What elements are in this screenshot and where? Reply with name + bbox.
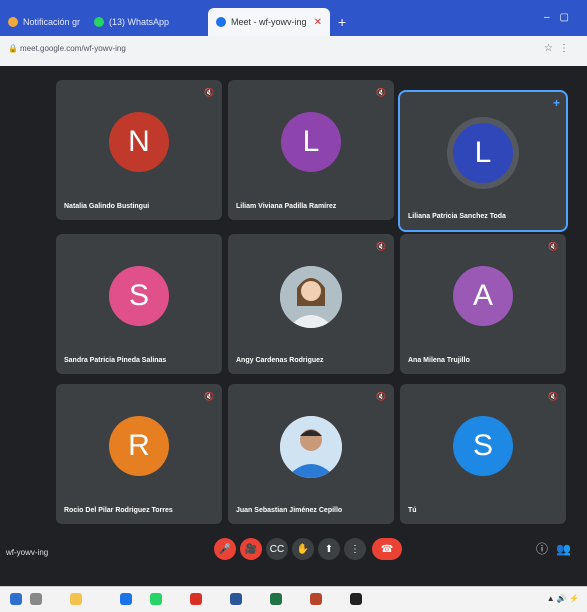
whatsapp-icon: [94, 17, 104, 27]
excel-icon[interactable]: [270, 593, 282, 605]
meeting-code: wf-yowv-ing: [6, 548, 49, 557]
pin-icon[interactable]: +: [553, 96, 560, 110]
address-bar: 🔒 meet.google.com/wf-yowv-ing ☆⋮: [0, 36, 587, 66]
screen: Notificación grupo - Ledge (13) WhatsApp…: [0, 0, 587, 612]
participant-name: Rocio Del Pilar Rodriguez Torres: [64, 507, 173, 514]
avatar: R: [109, 415, 169, 476]
participant-tile[interactable]: 🔇 N Natalia Galindo Bustingui: [56, 80, 222, 220]
tab-label: (13) WhatsApp: [109, 17, 170, 27]
participant-name: Sandra Patricia Pineda Salinas: [64, 357, 167, 364]
meet-grid: 🔇 N Natalia Galindo Bustingui 🔇 L Liliam…: [0, 66, 587, 586]
meet-icon: [216, 17, 226, 27]
tab-label: Meet - wf-yowv-ing: [231, 17, 307, 27]
participant-name: Liliam Viviana Padilla Ramírez: [236, 203, 337, 210]
browser-extensions[interactable]: ☆⋮: [544, 43, 575, 54]
tab-meet[interactable]: Meet - wf-yowv-ing ✕: [208, 8, 330, 36]
mic-off-icon: 🔇: [376, 88, 386, 97]
mic-off-icon: 🔇: [376, 392, 386, 401]
side-panel-icons[interactable]: ⓘ👥: [536, 540, 579, 557]
more-options-button[interactable]: ⋮: [344, 538, 366, 560]
whatsapp-icon[interactable]: [150, 593, 162, 605]
participant-tile[interactable]: S Sandra Patricia Pineda Salinas: [56, 234, 222, 374]
avatar: S: [453, 415, 513, 476]
word-icon[interactable]: [230, 593, 242, 605]
avatar: N: [109, 111, 169, 172]
new-tab-button[interactable]: +: [338, 14, 346, 30]
participant-name: Natalia Galindo Bustingui: [64, 203, 150, 210]
lock-icon: 🔒: [8, 44, 18, 53]
participant-tile[interactable]: 🔇 Angy Cardenas Rodriguez: [228, 234, 394, 374]
start-icon[interactable]: [10, 593, 22, 605]
participant-name: Juan Sebastian Jiménez Cepillo: [236, 507, 343, 514]
system-tray[interactable]: ▲ 🔊 ⚡: [547, 594, 579, 603]
avatar: A: [453, 265, 513, 326]
participant-name: Tú: [408, 507, 417, 514]
mic-off-icon: 🔇: [376, 242, 386, 251]
tab-favicon-icon: [8, 17, 18, 27]
raise-hand-button[interactable]: ✋: [292, 538, 314, 560]
participant-name: Angy Cardenas Rodriguez: [236, 357, 324, 364]
folder-icon[interactable]: [70, 593, 82, 605]
tab-notificacion[interactable]: Notificación grupo - Ledge: [0, 8, 80, 36]
avatar: L: [453, 122, 513, 183]
end-call-button[interactable]: ☎: [372, 538, 402, 560]
person-photo-icon: [280, 266, 342, 328]
powerpoint-icon[interactable]: [310, 593, 322, 605]
participant-tile-self[interactable]: 🔇 S Tú: [400, 384, 566, 524]
search-icon[interactable]: [30, 593, 42, 605]
browser-icon[interactable]: [120, 593, 132, 605]
participant-photo: [280, 416, 342, 478]
window-controls[interactable]: –▢: [544, 12, 579, 23]
present-button[interactable]: ⬆: [318, 538, 340, 560]
os-taskbar: ▲ 🔊 ⚡: [0, 586, 587, 612]
avatar: L: [281, 111, 341, 172]
participant-name: Liliana Patricia Sanchez Toda: [408, 213, 506, 220]
participant-tile[interactable]: 🔇 Juan Sebastian Jiménez Cepillo: [228, 384, 394, 524]
app-icon[interactable]: [350, 593, 362, 605]
mic-off-icon: 🔇: [204, 88, 214, 97]
tab-label: Notificación grupo - Ledge: [23, 17, 80, 27]
mic-off-icon: 🔇: [548, 242, 558, 251]
tab-whatsapp[interactable]: (13) WhatsApp: [86, 8, 204, 36]
mic-button[interactable]: 🎤: [214, 538, 236, 560]
participant-tile[interactable]: 🔇 A Ana Milena Trujillo: [400, 234, 566, 374]
participant-name: Ana Milena Trujillo: [408, 357, 470, 364]
url-field[interactable]: meet.google.com/wf-yowv-ing: [20, 44, 126, 53]
person-photo-icon: [280, 416, 342, 478]
mic-off-icon: 🔇: [548, 392, 558, 401]
browser-tab-bar: Notificación grupo - Ledge (13) WhatsApp…: [0, 0, 587, 40]
camera-button[interactable]: 🎥: [240, 538, 262, 560]
app-icon[interactable]: [190, 593, 202, 605]
meeting-controls: wf-yowv-ing 🎤 🎥 CC ✋ ⬆ ⋮ ☎ ⓘ👥: [0, 526, 587, 576]
avatar: S: [109, 265, 169, 326]
participant-tile[interactable]: 🔇 L Liliam Viviana Padilla Ramírez: [228, 80, 394, 220]
mic-off-icon: 🔇: [204, 392, 214, 401]
captions-button[interactable]: CC: [266, 538, 288, 560]
participant-tile[interactable]: 🔇 R Rocio Del Pilar Rodriguez Torres: [56, 384, 222, 524]
participant-photo: [280, 266, 342, 328]
close-tab-icon[interactable]: ✕: [314, 17, 322, 28]
participant-tile-active[interactable]: + L Liliana Patricia Sanchez Toda: [398, 90, 568, 232]
